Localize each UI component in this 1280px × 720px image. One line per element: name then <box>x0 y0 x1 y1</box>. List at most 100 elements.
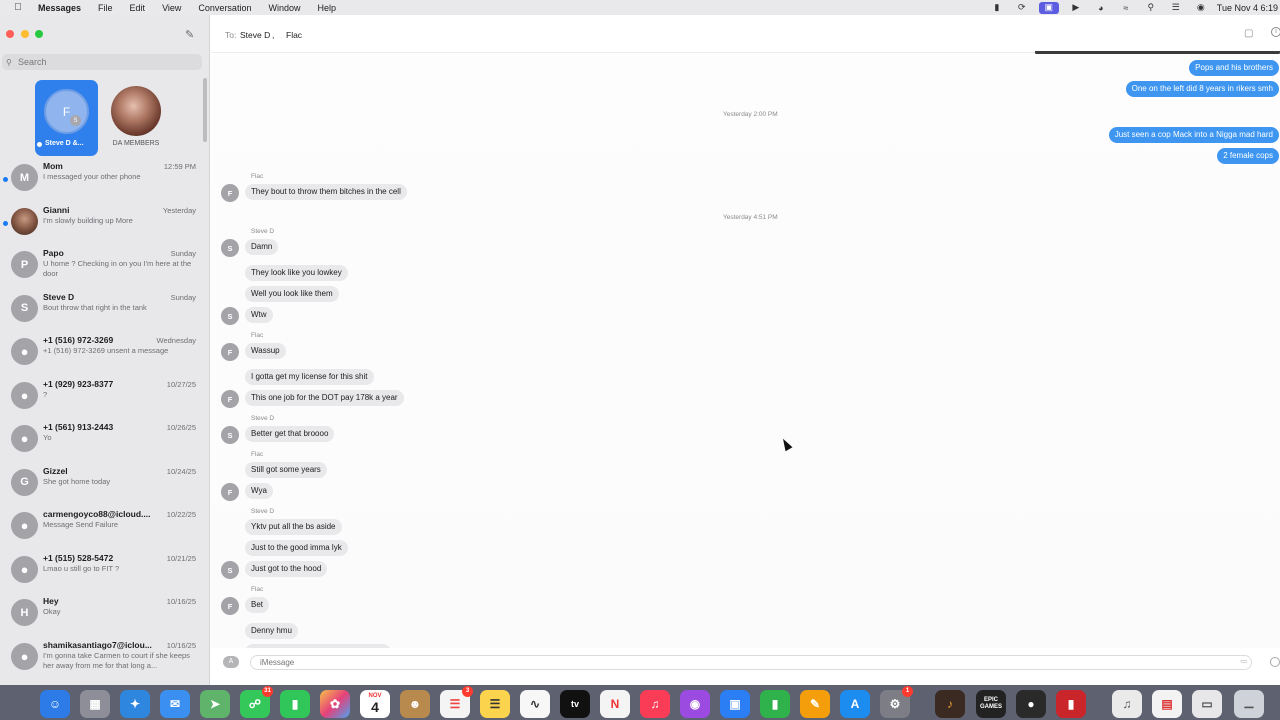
menu-view[interactable]: View <box>162 3 181 13</box>
message-incoming[interactable]: Yktv put all the bs aside <box>245 519 342 535</box>
conversation-row[interactable]: ● +1 (929) 923-8377 10/27/25? <box>0 379 203 422</box>
music-icon[interactable]: ♫ <box>640 690 670 718</box>
sender-avatar[interactable]: F <box>221 483 239 501</box>
message-incoming[interactable]: This one job for the DOT pay 178k a year <box>245 390 404 406</box>
control-center-icon[interactable]: ☰ <box>1168 2 1184 14</box>
message-outgoing[interactable]: Just seen a cop Mack into a Nigga mad ha… <box>1108 127 1279 143</box>
sender-avatar[interactable]: S <box>221 561 239 579</box>
podcasts-icon[interactable]: ◉ <box>680 690 710 718</box>
messages-icon[interactable]: ☍ 31 <box>240 686 273 718</box>
apple-tv-icon[interactable]: tv <box>560 690 590 718</box>
minimize-window-button[interactable] <box>21 30 29 38</box>
apps-button[interactable]: A <box>223 656 239 668</box>
message-outgoing[interactable]: Pops and his brothers <box>1189 60 1279 76</box>
trash-icon[interactable]: ⚊ <box>1234 690 1264 718</box>
freeform-icon[interactable]: ∿ <box>520 690 550 718</box>
info-icon[interactable]: i <box>1271 27 1280 37</box>
notes-icon[interactable]: ☰ <box>480 690 510 718</box>
headphones-icon[interactable]: ◕ <box>1093 2 1109 14</box>
message-incoming[interactable]: They look like you lowkey <box>245 265 348 281</box>
sender-avatar[interactable]: F <box>221 597 239 615</box>
recipient-chip[interactable]: Flac <box>286 30 302 40</box>
mail-icon[interactable]: ✉ <box>160 690 190 718</box>
sender-avatar[interactable]: S <box>221 239 239 257</box>
search-icon[interactable]: ⚲ <box>1143 2 1159 14</box>
message-input[interactable] <box>250 655 1252 670</box>
menu-window[interactable]: Window <box>268 3 300 13</box>
search-input[interactable] <box>18 57 188 67</box>
conversation-row[interactable]: G Gizzel 10/24/25 She got home today <box>0 466 203 509</box>
sender-avatar[interactable]: S <box>221 307 239 325</box>
message-transcript[interactable]: Pops and his brothers One on the left di… <box>211 54 1280 648</box>
sync-icon[interactable]: ⟳ <box>1014 2 1030 14</box>
play-icon[interactable]: ▶ <box>1068 2 1084 14</box>
siri-icon[interactable]: ◉ <box>1193 2 1209 14</box>
conversation-row[interactable]: M Mom 12:59 PM I messaged your other phone <box>0 161 203 204</box>
epic-games-icon[interactable]: EPIC GAMES <box>976 690 1006 718</box>
pdf-file-icon[interactable]: ▤ <box>1152 690 1182 718</box>
compose-icon[interactable]: ✎ <box>185 28 194 41</box>
message-incoming[interactable]: They bout to throw them bitches in the c… <box>245 184 407 200</box>
group-avatar[interactable]: F <box>44 89 89 134</box>
message-incoming[interactable]: Better get that broooo <box>245 426 335 442</box>
conversation-row[interactable]: ● shamikasantiago7@iclou... 10/16/25 I'm go… <box>0 640 203 683</box>
menu-file[interactable]: File <box>98 3 113 13</box>
recorder-icon[interactable]: ▮ <box>1056 690 1086 718</box>
conversation-row[interactable]: P Papo Sunday U home ? Checking in on you I… <box>0 248 203 291</box>
photos-icon[interactable]: ✿ <box>320 690 350 718</box>
facetime-video-icon[interactable]: ▢ <box>1244 28 1253 39</box>
emoji-icon[interactable] <box>1270 657 1280 667</box>
sender-avatar[interactable]: S <box>221 426 239 444</box>
message-incoming[interactable]: Wtw <box>245 307 273 323</box>
sender-avatar[interactable]: F <box>221 343 239 361</box>
menu-help[interactable]: Help <box>317 3 336 13</box>
close-window-button[interactable] <box>6 30 14 38</box>
system-settings-icon[interactable]: ⚙ 1 <box>880 686 913 718</box>
message-incoming[interactable]: I gotta get my license for this shit <box>245 369 374 385</box>
keynote-icon[interactable]: ▣ <box>720 690 750 718</box>
music-file-icon[interactable]: ♫ <box>1112 690 1142 718</box>
screen-mirror-icon[interactable]: ▣ <box>1038 1 1059 14</box>
apple-menu-icon[interactable]:  <box>9 2 27 13</box>
message-incoming[interactable]: Wya <box>245 483 273 499</box>
launchpad-icon[interactable]: ▦ <box>80 690 110 718</box>
sidebar-scrollbar[interactable] <box>203 78 207 142</box>
guitar-app-icon[interactable]: ♪ <box>935 690 965 718</box>
message-incoming[interactable]: Bet <box>245 597 270 613</box>
maximize-window-button[interactable] <box>35 30 43 38</box>
downloads-folder-icon[interactable]: ▭ <box>1192 690 1222 718</box>
message-incoming[interactable]: Still got some years <box>245 462 327 478</box>
obs-icon[interactable]: ● <box>1016 690 1046 718</box>
calendar-icon[interactable]: NOV 4 <box>360 690 390 718</box>
finder-icon[interactable]: ☺ <box>40 690 70 718</box>
message-outgoing[interactable]: 2 female cops <box>1217 148 1279 164</box>
maps-icon[interactable]: ➤ <box>200 690 230 718</box>
pages-icon[interactable]: ✎ <box>800 690 830 718</box>
conversation-row[interactable]: ● carmengoyco88@icloud.... 10/22/25 Message… <box>0 509 203 552</box>
safari-icon[interactable]: ✦ <box>120 690 150 718</box>
conversation-row[interactable]: S Steve D Sunday Bout throw that right in t… <box>0 292 203 335</box>
menu-clock[interactable]: Tue Nov 4 6:19 <box>1217 3 1278 13</box>
conversation-row[interactable]: ● +1 (516) 972-3269 Wednesday +1 (516) 972-… <box>0 335 203 378</box>
sender-avatar[interactable]: F <box>221 184 239 202</box>
search-field[interactable]: ⚲ <box>2 54 202 70</box>
conversation-row[interactable]: Gianni Yesterday I'm slowly building up Mo… <box>0 205 203 248</box>
message-incoming-partial[interactable] <box>245 644 391 648</box>
menu-edit[interactable]: Edit <box>130 3 146 13</box>
conversation-row[interactable]: H Hey 10/16/25 Okay <box>0 596 203 639</box>
news-icon[interactable]: N <box>600 690 630 718</box>
conversation-row[interactable]: ● +1 (515) 528-5472 10/21/25 Lmao u still g… <box>0 553 203 596</box>
pinned-group-photo[interactable] <box>111 86 161 136</box>
reminders-icon[interactable]: ☰ 3 <box>440 686 473 718</box>
audio-waveform-icon[interactable]: ≔ <box>1240 657 1248 666</box>
message-incoming[interactable]: Denny hmu <box>245 623 298 639</box>
message-incoming[interactable]: Just to the good imma lyk <box>245 540 348 556</box>
camera-status-icon[interactable]: ▮ <box>989 2 1005 14</box>
conversation-row[interactable]: ● +1 (561) 913-2443 10/26/25 Yo <box>0 422 203 465</box>
message-incoming[interactable]: Well you look like them <box>245 286 339 302</box>
numbers-icon[interactable]: ▮ <box>760 690 790 718</box>
message-incoming[interactable]: Wassup <box>245 343 286 359</box>
contacts-icon[interactable]: ☻ <box>400 690 430 718</box>
wifi-icon[interactable]: ≈ <box>1118 2 1134 14</box>
sender-avatar[interactable]: F <box>221 390 239 408</box>
